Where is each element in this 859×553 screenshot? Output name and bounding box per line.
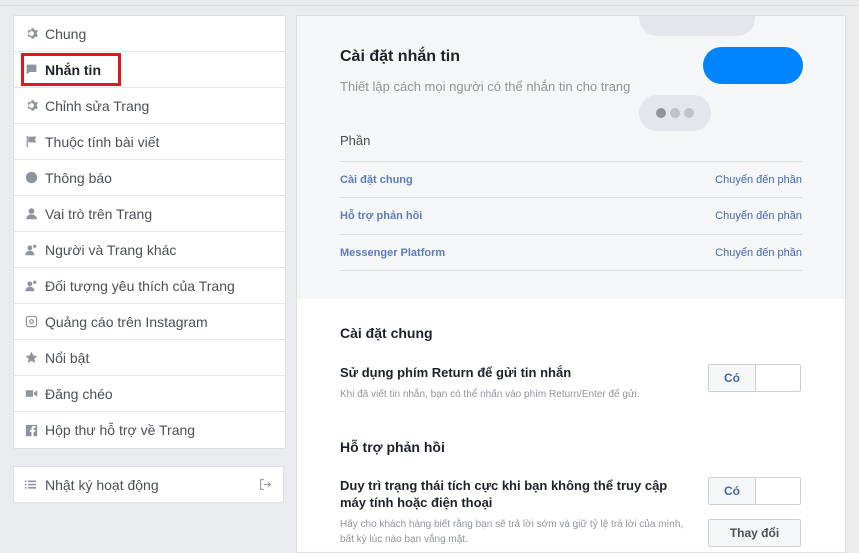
gear-icon	[24, 27, 38, 41]
star-icon	[24, 351, 38, 365]
typing-dot	[656, 108, 666, 118]
typing-dot	[670, 108, 680, 118]
general-settings-heading: Cài đặt chung	[340, 325, 433, 341]
sidebar-item-notifications[interactable]: Thông báo	[14, 160, 285, 196]
sidebar-item-messaging[interactable]: Nhắn tin	[14, 52, 285, 88]
return-key-toggle[interactable]: Có	[708, 364, 801, 392]
typing-indicator-illustration	[639, 95, 711, 131]
sidebar-item-label: Nổi bật	[45, 349, 90, 366]
toggle-on-label: Có	[709, 365, 756, 391]
jump-to-section-link[interactable]: Chuyển đến phần	[715, 247, 802, 259]
sidebar-item-label: Hộp thư hỗ trợ về Trang	[45, 422, 196, 438]
sidebar-item-preferred-audience[interactable]: Đối tượng yêu thích của Trang	[14, 268, 285, 304]
jump-to-section-link[interactable]: Chuyển đến phần	[715, 174, 802, 186]
list-icon	[24, 478, 38, 491]
change-button[interactable]: Thay đổi	[708, 519, 801, 547]
sidebar-item-label: Thuộc tính bài viết	[45, 133, 160, 150]
instagram-icon	[24, 315, 38, 329]
sidebar-item-label: Đăng chéo	[45, 385, 113, 402]
sidebar-item-label: Quảng cáo trên Instagram	[45, 313, 208, 330]
page-title: Cài đặt nhắn tin	[340, 48, 460, 65]
divider	[340, 270, 802, 271]
response-assistant-heading: Hỗ trợ phản hồi	[340, 439, 445, 455]
page-description: Thiết lập cách mọi người có thể nhắn tin…	[340, 79, 631, 94]
return-key-setting-title: Sử dụng phím Return để gửi tin nhắn	[340, 365, 572, 380]
section-name: Hỗ trợ phản hồi	[340, 209, 423, 222]
top-strip	[0, 0, 859, 6]
sidebar-item-activity-log[interactable]: Nhật ký hoạt động	[13, 466, 284, 503]
sidebar-item-page-roles[interactable]: Vai trò trên Trang	[14, 196, 285, 232]
exit-icon	[259, 478, 272, 494]
stay-responsive-toggle[interactable]: Có	[708, 477, 801, 505]
sidebar-item-general[interactable]: Chung	[14, 16, 285, 52]
toggle-on-label: Có	[709, 478, 756, 504]
people-icon	[24, 279, 38, 293]
sidebar-item-crossposting[interactable]: Đăng chéo	[14, 376, 285, 412]
sidebar-item-label: Vai trò trên Trang	[45, 205, 153, 222]
flag-icon	[24, 135, 38, 149]
section-row: Messenger Platform Chuyển đến phần	[340, 234, 802, 270]
sidebar-item-label: Người và Trang khác	[45, 241, 177, 258]
sidebar-item-instagram-ads[interactable]: Quảng cáo trên Instagram	[14, 304, 285, 340]
sidebar-item-label: Thông báo	[45, 169, 112, 186]
toggle-off-area	[756, 365, 800, 391]
sidebar-item-edit-page[interactable]: Chỉnh sửa Trang	[14, 88, 285, 124]
sections-heading: Phần	[340, 133, 371, 148]
section-row: Cài đặt chung Chuyển đến phần	[340, 161, 802, 197]
toggle-off-area	[756, 478, 800, 504]
stay-responsive-setting-description: Hãy cho khách hàng biết rằng bạn sẽ trả …	[340, 519, 684, 545]
stay-responsive-setting-title: Duy trì trạng thái tích cực khi bạn khôn…	[340, 478, 668, 510]
people-icon	[24, 243, 38, 257]
sidebar-item-post-attribution[interactable]: Thuộc tính bài viết	[14, 124, 285, 160]
sidebar-item-label: Đối tượng yêu thích của Trang	[45, 277, 235, 294]
sidebar-item-featured[interactable]: Nổi bật	[14, 340, 285, 376]
sidebar-item-label: Chỉnh sửa Trang	[45, 97, 150, 114]
video-icon	[24, 387, 38, 401]
intro-section: Cài đặt nhắn tin Thiết lập cách mọi ngườ…	[297, 16, 845, 299]
section-name: Messenger Platform	[340, 246, 446, 259]
person-icon	[24, 207, 38, 221]
sidebar-item-label: Nhắn tin	[45, 61, 101, 78]
message-icon	[24, 63, 38, 77]
section-name: Cài đặt chung	[340, 173, 413, 186]
sidebar-item-people-and-pages[interactable]: Người và Trang khác	[14, 232, 285, 268]
chat-bubble-illustration	[703, 47, 803, 84]
section-row: Hỗ trợ phản hồi Chuyển đến phần	[340, 197, 802, 233]
sidebar-item-label: Chung	[45, 25, 87, 42]
globe-icon	[24, 171, 38, 185]
gear-icon	[24, 99, 38, 113]
sidebar-item-support-inbox[interactable]: Hộp thư hỗ trợ về Trang	[14, 412, 285, 448]
typing-dot	[684, 108, 694, 118]
facebook-icon	[24, 423, 38, 437]
settings-sidebar: Chung Nhắn tin Chỉnh sửa Trang Thuộc tín…	[13, 15, 286, 449]
chat-bubble-illustration	[639, 16, 755, 36]
return-key-setting-description: Khi đã viết tin nhắn, bạn có thể nhấn và…	[340, 389, 640, 400]
sidebar-item-label: Nhật ký hoạt động	[45, 476, 159, 493]
messaging-settings-panel: Cài đặt nhắn tin Thiết lập cách mọi ngườ…	[296, 15, 846, 553]
jump-to-section-link[interactable]: Chuyển đến phần	[715, 210, 802, 222]
